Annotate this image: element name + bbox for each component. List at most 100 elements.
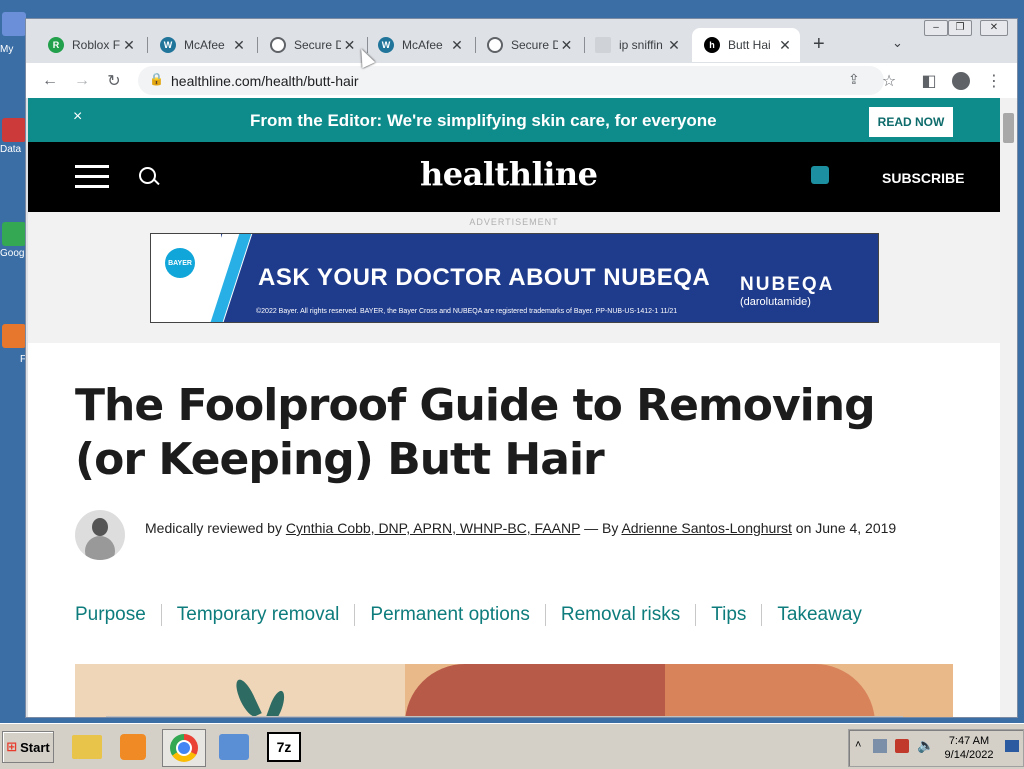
tab-roblox[interactable]: R Roblox F ✕ [36, 28, 144, 62]
banner-text: From the Editor: We're simplifying skin … [250, 111, 717, 130]
hero-image [75, 664, 953, 717]
taskbar-media-player[interactable] [112, 729, 154, 765]
avatar[interactable] [75, 510, 125, 560]
tab-title: Roblox F [72, 38, 121, 52]
vertical-scrollbar[interactable] [1000, 98, 1017, 717]
tab-title: Butt Hai [728, 38, 771, 52]
search-icon[interactable] [139, 167, 160, 186]
forward-arrow-icon[interactable]: → [70, 69, 94, 93]
menu-kebab-icon[interactable]: ⋮ [982, 69, 1006, 93]
toc-link-removal-risks[interactable]: Removal risks [561, 604, 680, 626]
volume-icon[interactable]: 🔈 [917, 737, 934, 754]
tab-ip-sniffing[interactable]: ip sniffin ✕ [583, 28, 689, 62]
browser-toolbar: ← → ↻ 🔒 healthline.com/health/butt-hair … [26, 63, 1017, 98]
scrollbar-thumb[interactable] [1003, 113, 1014, 143]
page-title: The Foolproof Guide to Removing (or Keep… [75, 380, 876, 485]
subscribe-link[interactable]: SUBSCRIBE [882, 170, 964, 186]
desktop-icon-my-computer[interactable]: My [0, 12, 26, 55]
tab-search-icon[interactable]: ⌄ [892, 35, 903, 51]
editor-banner: × From the Editor: We're simplifying ski… [28, 98, 1000, 142]
globe-icon [487, 37, 503, 53]
tab-title: McAfee [184, 38, 225, 52]
start-label: Start [20, 739, 50, 755]
tab-mcafee-1[interactable]: W McAfee ✕ [148, 28, 254, 62]
address-bar[interactable]: 🔒 healthline.com/health/butt-hair ⇪ [138, 66, 884, 95]
hamburger-menu-icon[interactable] [75, 165, 109, 188]
toc-link-tips[interactable]: Tips [711, 604, 746, 626]
desktop-icon-label: My [0, 44, 14, 55]
clock[interactable]: 7:47 AM 9/14/2022 [934, 734, 1004, 762]
start-button[interactable]: ⊞ Start [2, 731, 54, 763]
browser-window: R Roblox F ✕ W McAfee ✕ Secure D ✕ W McA… [25, 18, 1018, 718]
close-icon[interactable]: ✕ [665, 37, 683, 54]
tab-butt-hair[interactable]: h Butt Hai ✕ [692, 28, 800, 62]
healthline-logo[interactable]: healthline [420, 155, 598, 193]
globe-icon [270, 37, 286, 53]
share-icon[interactable]: ⇪ [848, 71, 860, 88]
close-icon[interactable]: ✕ [558, 37, 575, 54]
search-site-icon [595, 37, 611, 53]
side-panel-icon[interactable]: ◧ [917, 69, 941, 93]
desktop-icon-google[interactable]: Goog [0, 222, 26, 259]
toc-divider [160, 604, 162, 626]
toc-link-purpose[interactable]: Purpose [75, 604, 146, 626]
clock-time: 7:47 AM [948, 735, 990, 747]
ad-brand: NUBEQA [740, 274, 835, 295]
desktop-icon-label: Data [0, 144, 22, 155]
read-now-button[interactable]: READ NOW [869, 107, 953, 137]
toc-divider [544, 604, 546, 626]
toc-link-temporary-removal[interactable]: Temporary removal [177, 604, 340, 626]
minimize-button[interactable]: – [924, 20, 948, 36]
url-text[interactable]: healthline.com/health/butt-hair [171, 73, 359, 89]
roblox-icon: R [48, 37, 64, 53]
article-content: ADVERTISEMENT BAYER ASK YOUR DOCTOR ABOU… [28, 212, 1000, 717]
back-arrow-icon[interactable]: ← [38, 69, 62, 93]
maximize-button[interactable]: ❐ [948, 20, 972, 36]
author-link[interactable]: Adrienne Santos-Longhurst [621, 520, 791, 536]
taskbar: ⊞ Start 7z ˄ 🔈 7:47 AM 9/14/2022 [0, 723, 1024, 769]
show-desktop-icon[interactable] [1005, 740, 1019, 752]
desktop-icon-label: F [20, 354, 26, 365]
taskbar-explorer[interactable] [66, 729, 108, 765]
taskbar-7zip[interactable]: 7z [263, 729, 305, 765]
tab-secure-1[interactable]: Secure D ✕ [258, 28, 364, 62]
tab-secure-2[interactable]: Secure D ✕ [475, 28, 581, 62]
close-icon[interactable]: ✕ [230, 37, 248, 54]
tab-title: Secure D [511, 38, 559, 52]
toc-link-takeaway[interactable]: Takeaway [777, 604, 862, 626]
close-icon[interactable]: × [73, 108, 82, 126]
network-tray-icon[interactable] [873, 739, 887, 753]
desktop-icon-f[interactable]: F [0, 324, 26, 365]
toc-link-permanent-options[interactable]: Permanent options [370, 604, 530, 626]
ad-brand-sub: (darolutamide) [740, 296, 811, 308]
tab-mcafee-2[interactable]: W McAfee ✕ [366, 28, 472, 62]
toc-divider [354, 604, 356, 626]
product-jar-icon[interactable] [811, 166, 829, 184]
close-icon[interactable]: ✕ [448, 37, 466, 54]
close-icon[interactable]: ✕ [776, 37, 794, 54]
bayer-logo: BAYER [165, 248, 195, 278]
new-tab-button[interactable]: + [813, 33, 825, 56]
firefox-icon [2, 324, 26, 348]
desktop-icon-data[interactable]: Data [0, 118, 26, 155]
show-hidden-icons-icon[interactable]: ˄ [855, 739, 861, 751]
profile-avatar-icon[interactable] [949, 69, 973, 93]
nubeqa-ad[interactable]: BAYER ASK YOUR DOCTOR ABOUT NUBEQA NUBEQ… [150, 233, 879, 323]
tab-title: McAfee [402, 38, 443, 52]
security-alert-icon[interactable] [895, 739, 909, 753]
wordpress-icon: W [160, 37, 176, 53]
table-of-contents: Purpose Temporary removal Permanent opti… [75, 604, 862, 626]
horizontal-scrollbar[interactable] [106, 716, 903, 717]
bookmark-star-icon[interactable]: ☆ [877, 69, 901, 93]
taskbar-network[interactable] [213, 729, 255, 765]
close-icon[interactable]: ✕ [120, 37, 138, 54]
reviewer-link[interactable]: Cynthia Cobb, DNP, APRN, WHNP-BC, FAANP [286, 520, 580, 536]
taskbar-chrome[interactable] [162, 729, 206, 767]
byline-date: on June 4, 2019 [791, 520, 897, 536]
desktop-icon-label: Goog [0, 248, 25, 259]
toc-divider [695, 604, 697, 626]
reload-icon[interactable]: ↻ [102, 69, 126, 93]
7zip-icon: 7z [267, 732, 301, 762]
ad-headline: ASK YOUR DOCTOR ABOUT NUBEQA [258, 264, 711, 291]
close-window-button[interactable]: ✕ [980, 20, 1008, 36]
